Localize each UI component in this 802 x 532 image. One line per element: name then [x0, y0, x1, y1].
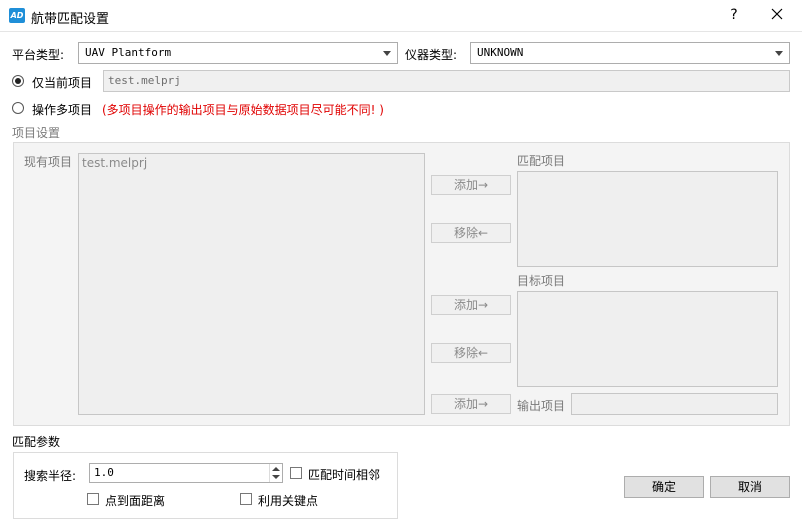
instrument-type-select[interactable]: UNKNOWN [470, 42, 790, 64]
add-output-button[interactable]: 添加→ [431, 394, 511, 414]
time-adjacent-checkbox[interactable] [290, 467, 302, 479]
platform-type-label: 平台类型: [12, 48, 65, 62]
target-projects-list[interactable] [517, 291, 778, 387]
spin-arrows[interactable] [269, 464, 282, 482]
keypoints-checkbox[interactable] [240, 493, 252, 505]
keypoints-label: 利用关键点 [258, 494, 319, 508]
existing-projects-label: 现有项目 [24, 155, 73, 169]
match-projects-label: 匹配项目 [517, 154, 566, 168]
add-target-button[interactable]: 添加→ [431, 295, 511, 315]
multi-project-label: 操作多项目 [32, 103, 93, 117]
point-to-plane-label: 点到面距离 [105, 494, 166, 508]
remove-target-button[interactable]: 移除← [431, 343, 511, 363]
help-button[interactable]: ? [725, 4, 743, 26]
spin-up-icon[interactable] [272, 467, 280, 471]
app-logo-icon: AD [9, 8, 25, 23]
search-radius-spinbox[interactable]: 1.0 [89, 463, 283, 483]
title-divider [0, 31, 802, 32]
multi-project-radio[interactable] [12, 102, 24, 114]
close-icon [771, 8, 783, 20]
search-radius-value: 1.0 [94, 466, 114, 479]
current-project-value: test.melprj [108, 74, 181, 87]
project-settings-title: 项目设置 [12, 126, 61, 140]
match-projects-list[interactable] [517, 171, 778, 267]
target-projects-label: 目标项目 [517, 274, 566, 288]
platform-type-value: UAV Plantform [85, 46, 172, 59]
window-title: 航带匹配设置 [31, 12, 110, 27]
chevron-down-icon [775, 51, 783, 56]
remove-match-button[interactable]: 移除← [431, 223, 511, 243]
spin-down-icon[interactable] [272, 475, 280, 479]
point-to-plane-checkbox[interactable] [87, 493, 99, 505]
output-project-field[interactable] [571, 393, 778, 415]
ok-button[interactable]: 确定 [624, 476, 704, 498]
current-project-radio[interactable] [12, 75, 24, 87]
current-project-field: test.melprj [103, 70, 790, 92]
time-adjacent-label: 匹配时间相邻 [308, 468, 381, 482]
instrument-type-value: UNKNOWN [477, 46, 524, 59]
add-match-button[interactable]: 添加→ [431, 175, 511, 195]
chevron-down-icon [383, 51, 391, 56]
cancel-button[interactable]: 取消 [710, 476, 790, 498]
match-params-title: 匹配参数 [12, 435, 61, 449]
instrument-type-label: 仪器类型: [405, 48, 458, 62]
platform-type-select[interactable]: UAV Plantform [78, 42, 398, 64]
multi-project-warning: (多项目操作的输出项目与原始数据项目尽可能不同! ) [102, 103, 384, 117]
title-bar [0, 0, 802, 31]
close-button[interactable] [766, 4, 788, 26]
output-project-label: 输出项目 [517, 399, 566, 413]
search-radius-label: 搜索半径: [24, 469, 77, 483]
existing-projects-list[interactable]: test.melprj [78, 153, 425, 415]
current-project-label: 仅当前项目 [32, 76, 93, 90]
list-item[interactable]: test.melprj [82, 156, 147, 170]
